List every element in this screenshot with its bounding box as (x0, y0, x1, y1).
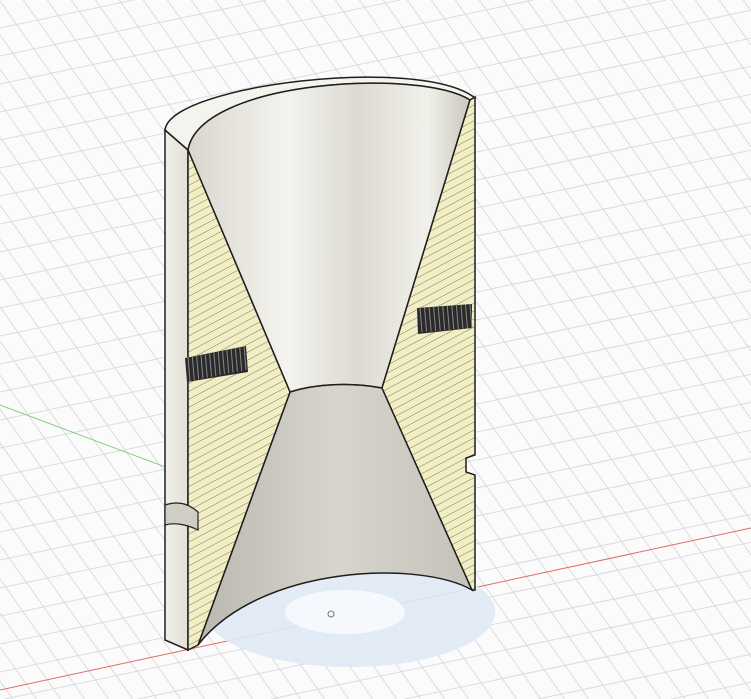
shadow-highlight (285, 590, 405, 634)
grid-line (598, 0, 751, 216)
outer-cylinder-surface (164, 128, 189, 652)
grid-line (0, 510, 134, 699)
grid-line (430, 0, 751, 454)
grid-line (0, 442, 182, 699)
grid-line (742, 0, 751, 12)
grid-line (478, 0, 751, 386)
grid-line (622, 0, 751, 182)
grid-line (0, 612, 62, 699)
grid-line (0, 0, 267, 57)
grid-line (718, 0, 751, 46)
grid-line (502, 0, 751, 352)
grid-line (670, 0, 751, 114)
grid-line (0, 646, 38, 699)
section-model[interactable] (164, 76, 477, 652)
grid-line (526, 0, 751, 318)
grid-line (550, 0, 751, 284)
grid-line (454, 0, 751, 420)
cad-viewport[interactable] (0, 0, 751, 699)
grid-line (574, 0, 751, 250)
model-canvas[interactable] (0, 0, 751, 699)
grid-line (0, 0, 134, 29)
